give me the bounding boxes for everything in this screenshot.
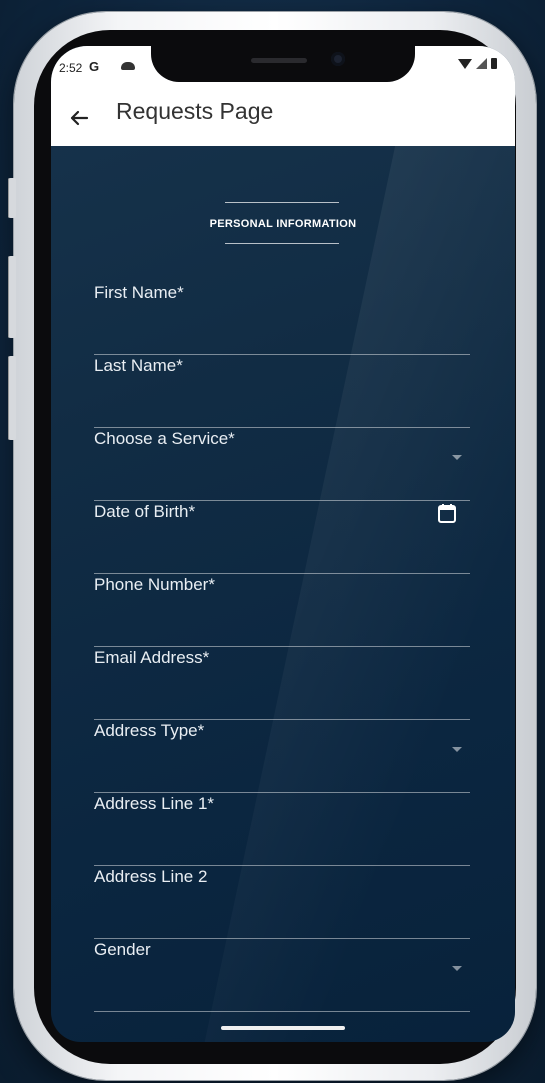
section-divider-bottom (225, 243, 339, 244)
field-underline (94, 938, 470, 939)
field-underline (94, 719, 470, 720)
battery-icon (491, 58, 497, 69)
cloud-icon (121, 62, 135, 70)
form-field-address-line-2[interactable]: Address Line 2 (94, 867, 470, 939)
field-underline (94, 865, 470, 866)
status-icons (458, 58, 497, 69)
field-label: Address Type* (94, 721, 205, 740)
dropdown-arrow-icon[interactable] (452, 455, 462, 460)
phone-volume-up (8, 256, 16, 338)
field-label: Address Line 2 (94, 867, 208, 886)
wifi-icon (458, 58, 472, 69)
form-field-date-of-birth[interactable]: Date of Birth* (94, 502, 470, 574)
form-field-last-name[interactable]: Last Name* (94, 356, 470, 428)
status-time: 2:52 (59, 61, 83, 75)
form-field-phone-number[interactable]: Phone Number* (94, 575, 470, 647)
form-field-choose-a-service[interactable]: Choose a Service* (94, 429, 470, 501)
front-camera (331, 52, 345, 66)
phone-screen: 2:52 G Requests Page PERSONAL INFORMATIO… (51, 46, 515, 1042)
form-field-address-line-1[interactable]: Address Line 1* (94, 794, 470, 866)
google-icon: G (89, 59, 100, 74)
page-title: Requests Page (116, 98, 274, 124)
notch (151, 46, 415, 82)
field-label: First Name* (94, 283, 184, 302)
field-underline (94, 573, 470, 574)
field-underline (94, 500, 470, 501)
field-label: Phone Number* (94, 575, 215, 594)
signal-icon (476, 58, 487, 69)
field-underline (94, 792, 470, 793)
back-button[interactable] (65, 104, 93, 132)
field-label: Email Address* (94, 648, 210, 667)
form-field-address-type[interactable]: Address Type* (94, 721, 470, 793)
field-underline (94, 354, 470, 355)
section-title: PERSONAL INFORMATION (209, 218, 357, 230)
back-arrow-icon (70, 110, 89, 126)
home-indicator[interactable] (221, 1026, 345, 1030)
form-field-gender[interactable]: Gender (94, 940, 470, 1012)
field-label: Gender (94, 940, 151, 959)
speaker-grille (251, 58, 307, 63)
field-underline (94, 427, 470, 428)
field-label: Address Line 1* (94, 794, 215, 813)
field-label: Last Name* (94, 356, 183, 375)
field-underline (94, 646, 470, 647)
dropdown-arrow-icon[interactable] (452, 747, 462, 752)
field-label: Choose a Service* (94, 429, 235, 448)
field-label: Date of Birth* (94, 502, 196, 521)
field-underline (94, 1011, 470, 1012)
phone-mute-switch (8, 178, 16, 218)
phone-volume-down (8, 356, 16, 440)
form-field-email-address[interactable]: Email Address* (94, 648, 470, 720)
dropdown-arrow-icon[interactable] (452, 966, 462, 971)
section-divider-top (225, 202, 339, 203)
calendar-icon[interactable] (436, 502, 458, 524)
form-field-first-name[interactable]: First Name* (94, 283, 470, 355)
